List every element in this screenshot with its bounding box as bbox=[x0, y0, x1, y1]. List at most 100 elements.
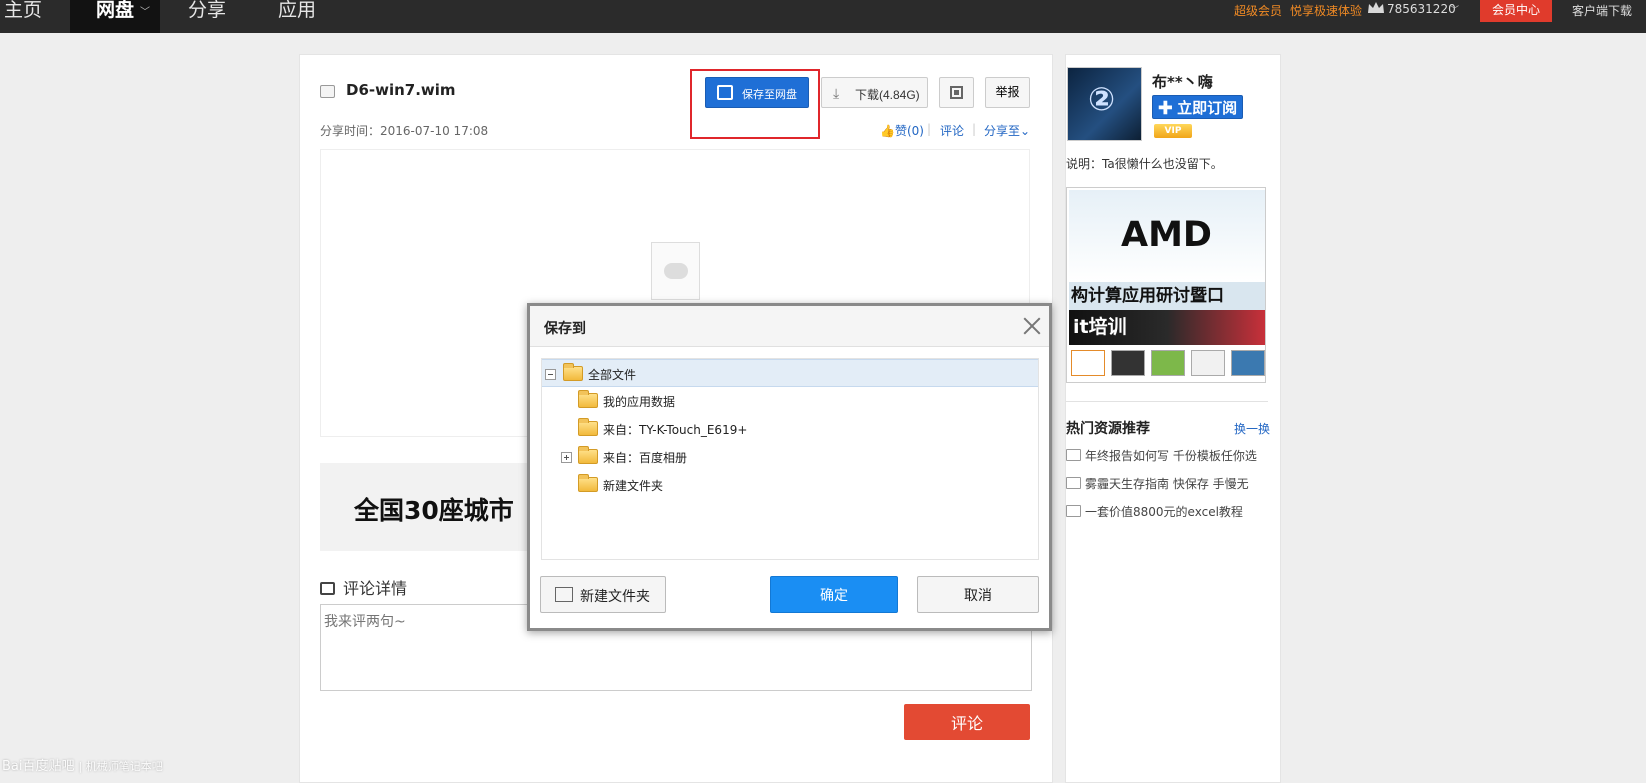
member-center-button[interactable]: 会员中心 bbox=[1480, 0, 1552, 22]
top-nav-bar: 主页 网盘 ﹀ 分享 应用 超级会员 悦享极速体验 785631220 ﹀ 会员… bbox=[0, 0, 1646, 33]
dialog-title: 保存到 bbox=[544, 321, 586, 337]
tree-item-all-files[interactable]: 全部文件 bbox=[542, 359, 1038, 387]
confirm-button[interactable]: 确定 bbox=[770, 576, 898, 613]
tree-item-ty-k-touch[interactable]: 来自：TY-K-Touch_E619+ bbox=[542, 415, 1038, 443]
avatar[interactable]: ② bbox=[1067, 67, 1142, 141]
folder-icon bbox=[578, 474, 598, 492]
hot-resources-title: 热门资源推荐 bbox=[1066, 421, 1150, 437]
ad-thumbnail[interactable] bbox=[1231, 350, 1265, 376]
vip-badge: VIP bbox=[1154, 124, 1192, 138]
save-icon bbox=[717, 85, 733, 100]
collapse-icon[interactable] bbox=[545, 369, 556, 380]
tree-item-label: 来自：TY-K-Touch_E619+ bbox=[603, 423, 748, 437]
cloud-icon bbox=[664, 263, 688, 279]
new-folder-button[interactable]: 新建文件夹 bbox=[540, 576, 666, 613]
chevron-down-icon: ﹀ bbox=[140, 7, 150, 18]
watermark-logo: Bai百度贴吧 bbox=[2, 759, 75, 774]
folder-tree: 全部文件 我的应用数据 来自：TY-K-Touch_E619+ 来自：百度相册 … bbox=[541, 358, 1039, 560]
sharer-sidebar: ② 布**丶嗨 ✚ 立即订阅 VIP 说明：Ta很懒什么也没留下。 AMD 构计… bbox=[1065, 54, 1281, 783]
nav-pan[interactable]: 网盘 ﹀ bbox=[70, 0, 160, 33]
super-vip-link[interactable]: 超级会员 bbox=[1234, 2, 1282, 19]
close-icon[interactable] bbox=[1020, 314, 1044, 338]
subscribe-button[interactable]: ✚ 立即订阅 bbox=[1152, 95, 1243, 119]
ad-brand: AMD bbox=[1121, 215, 1212, 255]
folder-icon bbox=[563, 363, 583, 381]
tree-item-baidu-album[interactable]: 来自：百度相册 bbox=[542, 443, 1038, 471]
document-icon bbox=[1066, 449, 1081, 461]
avatar-logo-icon: ② bbox=[1088, 80, 1116, 118]
hot-resource-item[interactable]: 年终报告如何写 千份模板任你选 bbox=[1066, 447, 1257, 464]
tree-item-label: 来自：百度相册 bbox=[603, 451, 688, 465]
swap-link[interactable]: 换一换 bbox=[1234, 420, 1270, 437]
user-id[interactable]: 785631220 bbox=[1387, 2, 1456, 16]
share-to-link[interactable]: 分享至⌄ bbox=[984, 122, 1030, 139]
ad-thumbnails bbox=[1069, 350, 1265, 378]
banner-text: 全国30座城市 bbox=[354, 496, 514, 525]
folder-icon bbox=[578, 418, 598, 436]
download-button[interactable]: ⤓ 下载(4.84G) bbox=[821, 77, 928, 108]
comment-icon bbox=[320, 582, 335, 595]
chevron-down-icon[interactable]: ﹀ bbox=[1450, 3, 1459, 16]
comment-link[interactable]: 评论 bbox=[940, 122, 964, 139]
report-button[interactable]: 举报 bbox=[985, 77, 1030, 108]
ad-thumbnail[interactable] bbox=[1071, 350, 1105, 376]
like-label: 赞(0) bbox=[894, 124, 924, 138]
share-to-label: 分享至 bbox=[984, 124, 1021, 138]
qr-code-icon bbox=[950, 86, 963, 99]
save-to-netdisk-button[interactable]: 保存至网盘 bbox=[705, 77, 809, 108]
tree-item-app-data[interactable]: 我的应用数据 bbox=[542, 387, 1038, 415]
watermark: Bai百度贴吧 | 机械师笔记本吧 bbox=[2, 755, 163, 774]
tree-item-new-folder[interactable]: 新建文件夹 bbox=[542, 471, 1038, 499]
folder-icon bbox=[578, 446, 598, 464]
hot-resource-item[interactable]: 雾霾天生存指南 快保存 手慢无 bbox=[1066, 475, 1249, 492]
subscribe-label: 立即订阅 bbox=[1177, 99, 1238, 117]
new-folder-label: 新建文件夹 bbox=[580, 588, 650, 604]
hot-resource-label: 年终报告如何写 千份模板任你选 bbox=[1085, 449, 1257, 463]
save-to-dialog: 保存到 全部文件 我的应用数据 来自：TY-K-Touch_E619+ 来自：百… bbox=[527, 303, 1052, 631]
qr-code-button[interactable] bbox=[939, 77, 974, 108]
document-icon bbox=[651, 242, 700, 300]
chevron-down-icon: ⌄ bbox=[1020, 124, 1031, 138]
watermark-sub: | 机械师笔记本吧 bbox=[78, 760, 163, 773]
ad-thumbnail[interactable] bbox=[1151, 350, 1185, 376]
crown-icon bbox=[1368, 2, 1384, 13]
divider: | bbox=[927, 122, 932, 136]
client-download-link[interactable]: 客户端下载 bbox=[1572, 2, 1632, 19]
comments-heading-label: 评论详情 bbox=[343, 579, 408, 598]
dialog-header: 保存到 bbox=[530, 306, 1049, 347]
ad-thumbnail[interactable] bbox=[1191, 350, 1225, 376]
tree-item-label: 新建文件夹 bbox=[603, 479, 664, 493]
document-icon bbox=[1066, 477, 1081, 489]
plus-icon: ✚ bbox=[1157, 99, 1173, 117]
like-link[interactable]: 👍赞(0) bbox=[880, 122, 924, 139]
divider: | bbox=[972, 122, 977, 136]
expand-icon[interactable] bbox=[561, 452, 572, 463]
ad-tagline: it培训 bbox=[1069, 310, 1265, 345]
nav-share[interactable]: 分享 bbox=[188, 0, 226, 33]
download-icon: ⤓ bbox=[833, 85, 840, 101]
sharer-username[interactable]: 布**丶嗨 bbox=[1152, 71, 1213, 92]
hot-resource-item[interactable]: 一套价值8800元的excel教程 bbox=[1066, 503, 1243, 520]
download-button-label: 下载(4.84G) bbox=[855, 88, 920, 102]
submit-comment-button[interactable]: 评论 bbox=[904, 704, 1030, 740]
cancel-button[interactable]: 取消 bbox=[917, 576, 1039, 613]
share-time: 分享时间：2016-07-10 17:08 bbox=[320, 124, 489, 138]
tree-item-label: 全部文件 bbox=[588, 368, 637, 382]
divider bbox=[1066, 401, 1268, 402]
new-folder-icon bbox=[555, 587, 573, 602]
sharer-description: 说明：Ta很懒什么也没留下。 bbox=[1066, 157, 1223, 171]
sidebar-ad[interactable]: AMD 构计算应用研讨暨口 it培训 bbox=[1066, 187, 1266, 383]
folder-icon bbox=[578, 390, 598, 408]
comments-heading: 评论详情 bbox=[320, 575, 407, 599]
ad-headline: 构计算应用研讨暨口 bbox=[1069, 282, 1265, 310]
ad-image: AMD bbox=[1069, 190, 1265, 282]
file-title: D6-win7.wim bbox=[346, 81, 456, 99]
cloud-file-icon bbox=[320, 85, 335, 98]
nav-app[interactable]: 应用 bbox=[278, 0, 316, 33]
tree-item-label: 我的应用数据 bbox=[603, 395, 676, 409]
nav-home[interactable]: 主页 bbox=[4, 0, 42, 33]
speed-trial-link[interactable]: 悦享极速体验 bbox=[1290, 2, 1362, 19]
ad-thumbnail[interactable] bbox=[1111, 350, 1145, 376]
hot-resource-label: 一套价值8800元的excel教程 bbox=[1085, 505, 1243, 519]
document-icon bbox=[1066, 505, 1081, 517]
